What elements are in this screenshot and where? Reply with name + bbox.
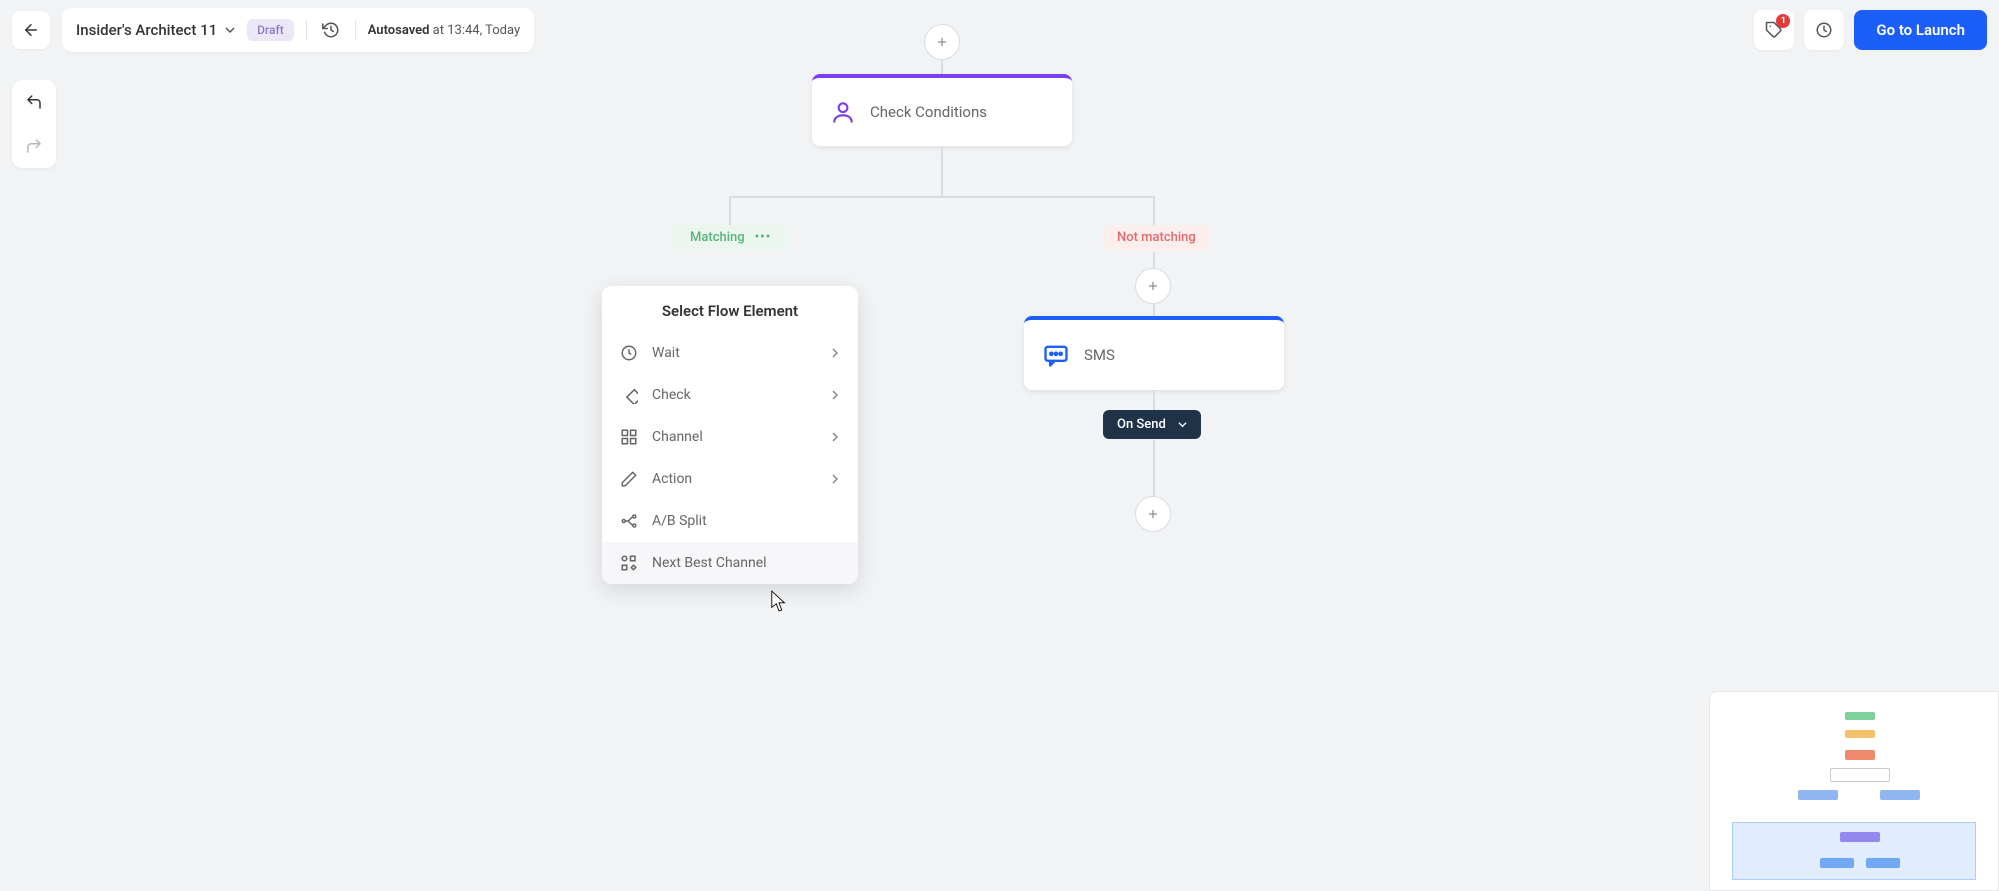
caret-down-icon: [1178, 420, 1187, 429]
matching-menu-icon[interactable]: •••: [755, 230, 772, 245]
popover-item-label: Wait: [652, 345, 680, 361]
on-send-dropdown[interactable]: On Send: [1103, 410, 1201, 439]
clock-icon: [620, 344, 638, 362]
popover-item-label: Channel: [652, 429, 703, 445]
popover-item-label: Action: [652, 471, 692, 487]
connector: [1153, 440, 1155, 500]
pencil-icon: [620, 470, 638, 488]
on-send-label: On Send: [1117, 417, 1166, 432]
popover-item-ab-split[interactable]: A/B Split: [602, 500, 858, 542]
popover-title: Select Flow Element: [602, 286, 858, 332]
popover-item-check[interactable]: Check: [602, 374, 858, 416]
matching-branch-label[interactable]: Matching •••: [674, 225, 787, 250]
minimap-canvas: [1720, 702, 1988, 880]
minimap-node: [1845, 750, 1875, 760]
sms-node-label: SMS: [1084, 346, 1115, 364]
check-conditions-node[interactable]: Check Conditions: [812, 74, 1072, 146]
minimap-node: [1830, 768, 1890, 782]
minimap-node: [1845, 730, 1875, 738]
sms-icon: [1042, 341, 1070, 369]
minimap-node: [1880, 790, 1920, 800]
not-matching-branch-label: Not matching: [1103, 225, 1210, 250]
chevron-right-icon: [830, 390, 840, 400]
minimap-node: [1798, 790, 1838, 800]
popover-item-channel[interactable]: Channel: [602, 416, 858, 458]
check-node-label: Check Conditions: [870, 103, 987, 121]
split-icon: [620, 512, 638, 530]
plus-icon: [1146, 507, 1160, 521]
connector: [1153, 390, 1155, 410]
flow-canvas[interactable]: Check Conditions Matching ••• Not matchi…: [0, 0, 1999, 891]
cursor-icon: [770, 589, 788, 613]
add-node-not-matching[interactable]: [1135, 268, 1171, 304]
chevron-right-icon: [830, 348, 840, 358]
popover-item-label: Next Best Channel: [652, 555, 767, 571]
user-icon: [830, 99, 856, 125]
add-node-bottom[interactable]: [1135, 496, 1171, 532]
minimap[interactable]: [1709, 691, 1999, 891]
matching-text: Matching: [690, 230, 745, 245]
add-node-top[interactable]: [924, 24, 960, 60]
popover-item-label: Check: [652, 387, 691, 403]
plus-icon: [1146, 279, 1160, 293]
not-matching-text: Not matching: [1117, 230, 1196, 245]
plus-icon: [935, 35, 949, 49]
popover-item-label: A/B Split: [652, 513, 707, 529]
sms-node[interactable]: SMS: [1024, 316, 1284, 390]
popover-item-wait[interactable]: Wait: [602, 332, 858, 374]
chevron-right-icon: [830, 432, 840, 442]
connector: [1153, 196, 1155, 226]
minimap-viewport[interactable]: [1732, 822, 1976, 880]
popover-item-action[interactable]: Action: [602, 458, 858, 500]
minimap-node: [1845, 712, 1875, 720]
grid-icon: [620, 428, 638, 446]
popover-item-next-best-channel[interactable]: Next Best Channel: [602, 542, 858, 584]
select-flow-element-popover: Select Flow Element Wait Check Channel A…: [602, 286, 858, 584]
connector: [941, 146, 943, 196]
nodes-icon: [620, 554, 638, 572]
chevron-right-icon: [830, 474, 840, 484]
connector: [729, 196, 731, 226]
connector: [729, 196, 1155, 198]
diamond-icon: [620, 386, 638, 404]
